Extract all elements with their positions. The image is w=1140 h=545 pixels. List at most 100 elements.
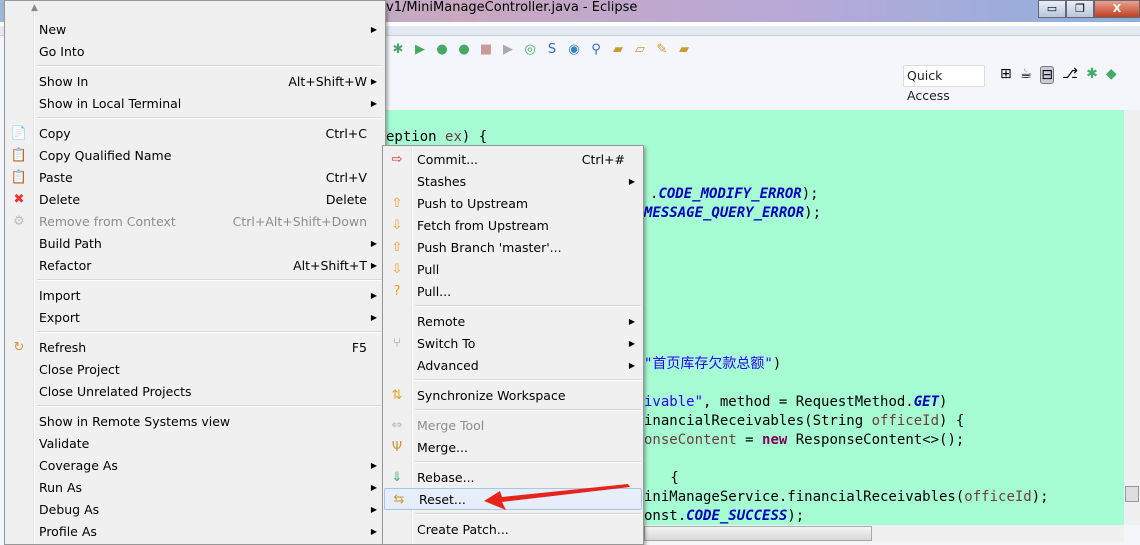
debug-icon[interactable]: ✱ [390,42,406,57]
code-line: eption ex) { [386,128,487,146]
menu-item-export[interactable]: Export ▶ [5,306,385,328]
menu-separator [383,376,643,384]
menu-item-push-to-upstream[interactable]: ⇧ Push to Upstream [383,192,643,214]
pull-icon: ⇩ [391,261,403,277]
menu-item-copy[interactable]: 📄 Copy Ctrl+C [5,122,385,144]
menu-item-label: Close Project [39,361,120,377]
menu-item-switch-to[interactable]: ⑂ Switch To ▶ [383,332,643,354]
menu-item-refresh[interactable]: ↻ Refresh F5 [5,336,385,358]
step-icon[interactable]: ▶ [500,42,516,57]
horizontal-scroll-thumb[interactable] [644,526,872,541]
menu-item-run-as[interactable]: Run As ▶ [5,476,385,498]
menu-item-label: Remove from Context [39,213,176,229]
java-perspective-icon[interactable]: ☕ [1020,66,1033,84]
open-perspective-icon[interactable]: ⊞ [1000,66,1012,84]
close-button[interactable]: X [1094,0,1140,18]
copy-qualified-icon: 📋 [10,147,28,163]
menu-item-push-branch-master[interactable]: ⇧ Push Branch 'master'... [383,236,643,258]
code-token: ResponseContent<>(); [787,432,965,448]
menu-item-merge-tool[interactable]: ⇔ Merge Tool [383,414,643,436]
code-token: onseContent [644,432,737,448]
quick-access-input[interactable]: Quick Access [903,65,985,103]
menu-item-pull[interactable]: ? Pull... [383,280,643,302]
menu-item-fetch-from-upstream[interactable]: ⇩ Fetch from Upstream [383,214,643,236]
menu-item-show-in-remote-systems-view[interactable]: Show in Remote Systems view [5,410,385,432]
pencil-icon[interactable]: ✎ [654,42,670,57]
menu-item-coverage-as[interactable]: Coverage As ▶ [5,454,385,476]
submenu-arrow-icon: ▶ [370,260,377,270]
code-token: = [736,432,763,448]
code-token: new [762,432,788,448]
menu-item-label: Show in Remote Systems view [39,413,231,429]
menu-item-validate[interactable]: Validate [5,432,385,454]
menu-item-remove-from-context[interactable]: ⚙ Remove from Context Ctrl+Alt+Shift+Down [5,210,385,232]
menu-item-delete[interactable]: ✖ Delete Delete [5,188,385,210]
menu-item-pull[interactable]: ⇩ Pull [383,258,643,280]
code-line: "首页库存欠款总额") [644,355,781,373]
code-line: onst.CODE_SUCCESS); [644,507,804,525]
code-token: ); [1031,489,1049,505]
menu-item-close-unrelated-projects[interactable]: Close Unrelated Projects [5,380,385,402]
menu-item-merge[interactable]: Ψ Merge... [383,436,643,458]
window-title: v1/MiniManageController.java - Eclipse [386,0,638,15]
debug-perspective-icon[interactable]: ✱ [1086,66,1098,84]
menu-item-synchronize-workspace[interactable]: ⇅ Synchronize Workspace [383,384,643,406]
menu-item-commit[interactable]: ⇨ Commit... Ctrl+# [383,148,643,170]
code-token: MESSAGE_QUERY_ERROR [644,205,805,221]
scroll-up-icon[interactable]: ▲ [31,3,38,13]
menu-item-show-in-local-terminal[interactable]: Show in Local Terminal ▶ [5,92,385,114]
vertical-scroll-thumb[interactable] [1125,486,1139,502]
stop-icon[interactable]: ■ [478,42,494,57]
menu-item-label: Close Unrelated Projects [39,383,192,399]
code-token: ex [445,129,462,145]
search-icon[interactable]: ⚲ [588,42,604,57]
globe-icon[interactable]: ◉ [566,42,582,57]
open-folder-icon[interactable]: ▰ [610,42,626,57]
pull-dialog-icon: ? [393,283,401,299]
menu-item-advanced[interactable]: Advanced ▶ [383,354,643,376]
merge-icon: Ψ [391,439,403,455]
menu-item-build-path[interactable]: Build Path ▶ [5,232,385,254]
menu-item-label: Show in Local Terminal [39,95,182,111]
hierarchy-perspective-icon[interactable]: ⊟ [1040,66,1055,84]
menu-item-profile-as[interactable]: Profile As ▶ [5,520,385,542]
new-service-icon[interactable]: S [544,42,560,57]
menu-item-copy-qualified-name[interactable]: 📋 Copy Qualified Name [5,144,385,166]
menu-item-create-patch[interactable]: Create Patch... [383,518,643,540]
new-server-icon[interactable]: ◎ [522,42,538,57]
menu-item-new[interactable]: New ▶ [5,18,385,40]
restore-button[interactable]: ❐ [1066,0,1094,18]
submenu-arrow-icon: ▶ [628,316,635,326]
code-token: onst. [644,508,687,524]
menu-item-go-into[interactable]: Go Into [5,40,385,62]
open-task-icon[interactable]: ▰ [676,42,692,57]
folder-icon[interactable]: ▱ [632,42,648,57]
code-token: ) [772,356,782,372]
reset-icon: ⇆ [393,491,405,507]
code-token: CODE_MODIFY_ERROR [658,186,802,202]
menu-item-stashes[interactable]: Stashes ▶ [383,170,643,192]
coverage-icon[interactable]: ● [434,42,450,57]
code-token: CODE_SUCCESS [686,508,788,524]
submenu-arrow-icon: ▶ [370,98,377,108]
git-perspective-icon[interactable]: ⎇ [1062,66,1078,84]
main-toolbar: ✱ ▶ ● ● ■ ▶ ◎ S ◉ ⚲ ▰ ▱ ✎ ▰ [390,38,692,60]
menu-item-show-in[interactable]: Show In Alt+Shift+W ▶ [5,70,385,92]
vertical-scrollbar[interactable] [1124,110,1140,525]
menu-item-label: Switch To [417,335,476,351]
submenu-arrow-icon: ▶ [370,24,377,34]
menu-item-label: Stashes [417,173,467,189]
menu-item-remote[interactable]: Remote ▶ [383,310,643,332]
profile-icon[interactable]: ● [456,42,472,57]
menu-item-paste[interactable]: 📋 Paste Ctrl+V [5,166,385,188]
other-perspective-icon[interactable]: ◆ [1106,66,1117,84]
run-icon[interactable]: ▶ [412,42,428,57]
submenu-arrow-icon: ▶ [370,238,377,248]
menu-item-debug-as[interactable]: Debug As ▶ [5,498,385,520]
menu-item-label: Synchronize Workspace [417,387,566,403]
minimize-button[interactable]: ▭ [1038,0,1066,18]
menu-item-import[interactable]: Import ▶ [5,284,385,306]
menu-item-close-project[interactable]: Close Project [5,358,385,380]
menu-item-shortcut: Ctrl+C [325,125,367,141]
menu-item-refactor[interactable]: Refactor Alt+Shift+T ▶ [5,254,385,276]
